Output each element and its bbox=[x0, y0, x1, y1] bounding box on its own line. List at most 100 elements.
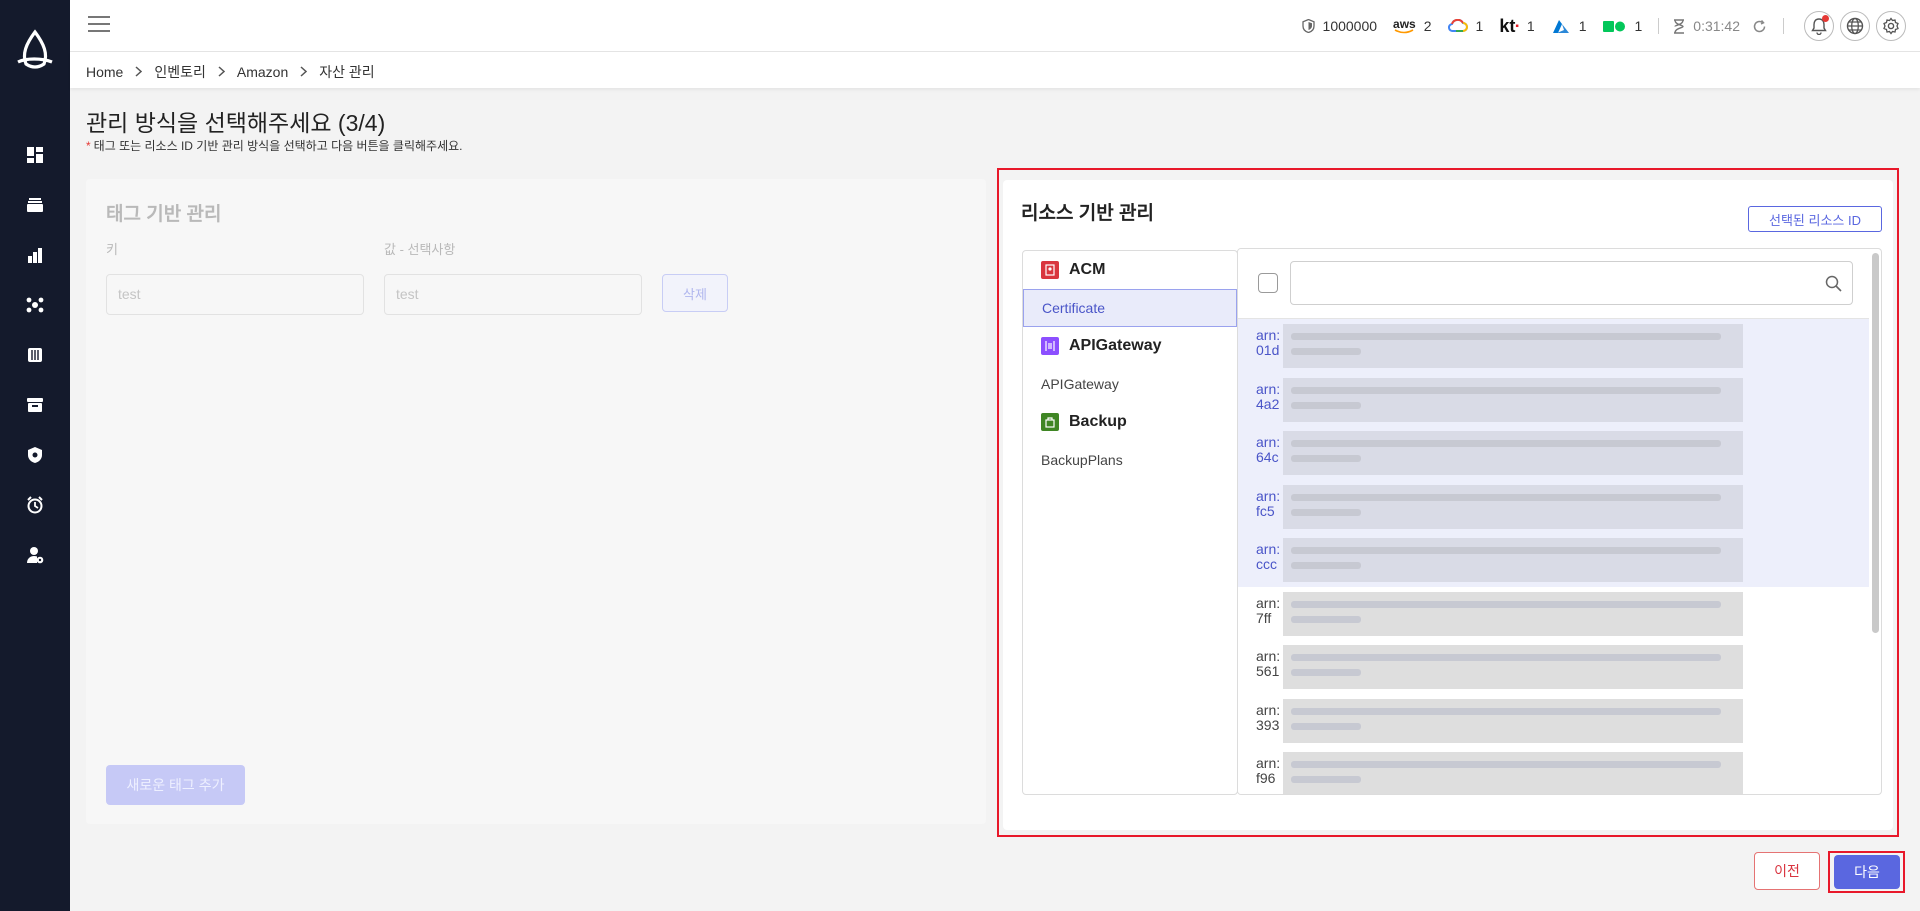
arn-row[interactable]: arn: 393 bbox=[1238, 693, 1869, 747]
service-item-backupplans[interactable]: BackupPlans bbox=[1023, 441, 1237, 479]
arn-row[interactable]: arn: f96 bbox=[1238, 747, 1869, 794]
breadcrumb-inventory[interactable]: 인벤토리 bbox=[154, 62, 206, 82]
arn-row[interactable]: arn: 01d bbox=[1238, 319, 1869, 373]
tag-management-panel: 태그 기반 관리 키 값 - 선택사항 test test 삭제 새로운 태그 … bbox=[86, 179, 986, 824]
sidebar-item-billing[interactable] bbox=[0, 330, 70, 380]
provider-gcp[interactable]: 1 bbox=[1447, 18, 1483, 34]
service-group-label: Backup bbox=[1069, 413, 1127, 430]
google-cloud-icon bbox=[1447, 19, 1468, 33]
previous-button[interactable]: 이전 bbox=[1754, 852, 1820, 890]
globe-icon bbox=[1846, 17, 1864, 35]
divider bbox=[1783, 18, 1784, 34]
arn-row[interactable]: arn: fc5 bbox=[1238, 479, 1869, 533]
add-tag-button[interactable]: 새로운 태그 추가 bbox=[106, 765, 245, 805]
service-item-apigateway[interactable]: APIGateway bbox=[1023, 365, 1237, 403]
dashboard-icon bbox=[27, 147, 43, 163]
notification-badge bbox=[1822, 15, 1829, 22]
arn-row[interactable]: arn: 4a2 bbox=[1238, 372, 1869, 426]
acm-icon bbox=[1041, 261, 1059, 279]
hourglass-icon bbox=[1673, 18, 1685, 34]
breadcrumb-current: 자산 관리 bbox=[319, 64, 375, 80]
redacted-arn bbox=[1283, 324, 1743, 368]
redacted-arn bbox=[1283, 484, 1743, 529]
service-item-certificate[interactable]: Certificate bbox=[1023, 289, 1237, 327]
backup-icon bbox=[1041, 413, 1059, 431]
provider-kt[interactable]: kt ▪ 1 bbox=[1499, 16, 1534, 37]
search-icon[interactable] bbox=[1825, 275, 1842, 297]
provider-naver[interactable]: 1 bbox=[1602, 18, 1642, 34]
azure-icon bbox=[1551, 19, 1571, 34]
language-button[interactable] bbox=[1840, 11, 1870, 41]
tag-key-input[interactable]: test bbox=[106, 274, 364, 315]
gear-icon bbox=[1883, 17, 1899, 35]
sidebar bbox=[0, 0, 70, 911]
arn-row[interactable]: arn: 7ff bbox=[1238, 586, 1869, 640]
arn-row[interactable]: arn: ccc bbox=[1238, 533, 1869, 587]
provider-count: 1 bbox=[1634, 18, 1643, 34]
sidebar-item-archive[interactable] bbox=[0, 380, 70, 430]
timer-value: 0:31:42 bbox=[1693, 18, 1740, 34]
archive-icon bbox=[27, 398, 43, 412]
notifications-button[interactable] bbox=[1804, 11, 1834, 41]
redacted-arn bbox=[1283, 698, 1743, 743]
breadcrumb-home[interactable]: Home bbox=[86, 64, 123, 80]
provider-azure[interactable]: 1 bbox=[1551, 18, 1586, 34]
page-title: 관리 방식을 선택해주세요 (3/4) bbox=[86, 110, 386, 136]
chevron-right-icon bbox=[300, 65, 308, 80]
kt-logo-text: kt bbox=[1499, 15, 1516, 36]
header-status-bar: 1000000 aws 2 1 kt ▪ 1 1 1 0:31:42 bbox=[1301, 10, 1906, 42]
resource-search-input[interactable] bbox=[1290, 261, 1853, 305]
shield-counter: 1000000 bbox=[1301, 18, 1378, 34]
service-list: ACM Certificate APIGateway APIGateway Ba… bbox=[1022, 250, 1238, 795]
service-group-apigateway: APIGateway bbox=[1023, 327, 1237, 365]
resource-management-panel: 리소스 기반 관리 선택된 리소스 ID ACM Certificate API… bbox=[1003, 180, 1893, 830]
resource-id-list: arn: 01d arn: 4a2 arn: 64c arn: fc5 arn: ccc arn: 7… bbox=[1237, 248, 1882, 795]
sidebar-nav bbox=[0, 130, 70, 580]
page-subtitle-text: 태그 또는 리소스 ID 기반 관리 방식을 선택하고 다음 버튼을 클릭해주세… bbox=[93, 139, 463, 153]
breadcrumb: Home 인벤토리 Amazon 자산 관리 bbox=[86, 62, 375, 82]
redacted-arn bbox=[1283, 752, 1743, 794]
service-group-label: ACM bbox=[1069, 261, 1106, 278]
naver-cloud-icon bbox=[1602, 20, 1626, 33]
delete-tag-button[interactable]: 삭제 bbox=[662, 274, 728, 312]
breadcrumb-amazon[interactable]: Amazon bbox=[237, 64, 288, 80]
chevron-right-icon bbox=[218, 65, 226, 80]
next-button[interactable]: 다음 bbox=[1834, 855, 1900, 889]
inventory-icon bbox=[27, 198, 43, 212]
tag-value-input[interactable]: test bbox=[384, 274, 642, 315]
sidebar-item-inventory[interactable] bbox=[0, 180, 70, 230]
value-label: 값 - 선택사항 bbox=[384, 242, 456, 257]
redacted-arn bbox=[1283, 377, 1743, 422]
aws-logo-text: aws bbox=[1393, 16, 1416, 31]
refresh-icon[interactable] bbox=[1752, 19, 1767, 34]
provider-count: 1 bbox=[1526, 18, 1535, 34]
selected-resource-ids-button[interactable]: 선택된 리소스 ID bbox=[1748, 206, 1882, 232]
scrollbar[interactable] bbox=[1872, 253, 1879, 633]
page-subtitle: * 태그 또는 리소스 ID 기반 관리 방식을 선택하고 다음 버튼을 클릭해주… bbox=[86, 137, 463, 154]
service-group-backup: Backup bbox=[1023, 403, 1237, 441]
receipt-icon bbox=[28, 348, 42, 362]
apigateway-icon bbox=[1041, 337, 1059, 355]
breadcrumb-bar: Home 인벤토리 Amazon 자산 관리 bbox=[70, 52, 1920, 88]
kt-icon: kt ▪ bbox=[1499, 15, 1519, 36]
sidebar-item-security[interactable] bbox=[0, 430, 70, 480]
resource-panel-title: 리소스 기반 관리 bbox=[1021, 203, 1154, 224]
service-group-acm: ACM bbox=[1023, 251, 1237, 289]
service-group-label: APIGateway bbox=[1069, 337, 1162, 354]
provider-aws[interactable]: aws 2 bbox=[1393, 16, 1431, 35]
select-all-checkbox[interactable] bbox=[1258, 273, 1278, 293]
menu-toggle-button[interactable] bbox=[88, 16, 110, 34]
sidebar-item-network[interactable] bbox=[0, 280, 70, 330]
sidebar-item-dashboard[interactable] bbox=[0, 130, 70, 180]
arn-row[interactable]: arn: 561 bbox=[1238, 640, 1869, 694]
settings-button[interactable] bbox=[1876, 11, 1906, 41]
app-logo[interactable] bbox=[12, 28, 58, 74]
resource-list-header bbox=[1238, 249, 1869, 319]
sidebar-item-analytics[interactable] bbox=[0, 230, 70, 280]
redacted-arn bbox=[1283, 645, 1743, 689]
shield-count: 1000000 bbox=[1322, 18, 1378, 34]
aws-icon: aws bbox=[1393, 16, 1416, 34]
arn-row[interactable]: arn: 64c bbox=[1238, 426, 1869, 480]
sidebar-item-schedule[interactable] bbox=[0, 480, 70, 530]
sidebar-item-users[interactable] bbox=[0, 530, 70, 580]
